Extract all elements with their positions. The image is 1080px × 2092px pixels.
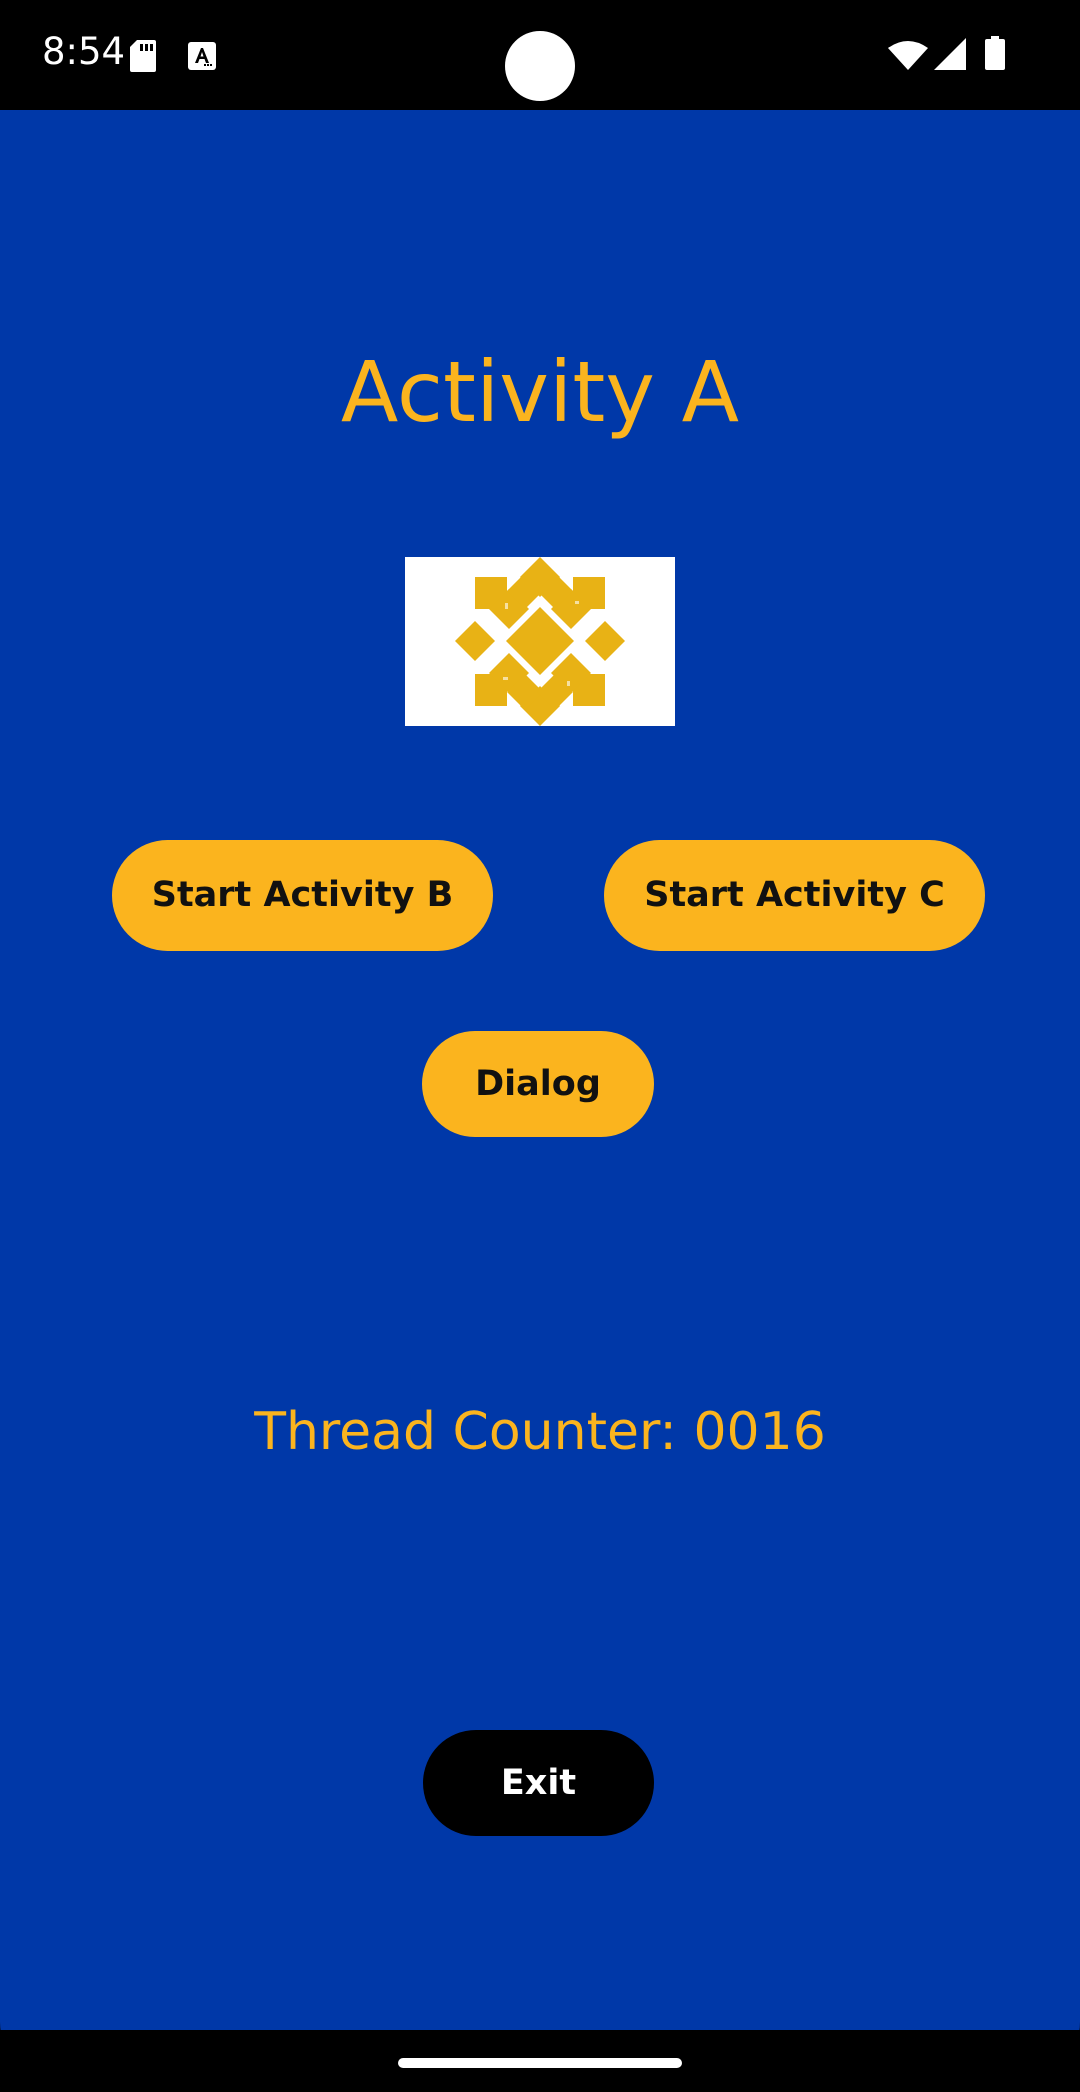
start-activity-c-button[interactable]: Start Activity C [604, 840, 985, 951]
battery-icon [985, 36, 1005, 70]
diamond-tile-logo-icon [455, 557, 625, 726]
phone-screen: 8:54 Activity A Start Activity B Start A… [0, 0, 1080, 2092]
start-activity-b-button[interactable]: Start Activity B [112, 840, 493, 951]
exit-button[interactable]: Exit [423, 1730, 654, 1836]
page-title: Activity A [340, 343, 740, 441]
home-gesture-handle[interactable] [398, 2058, 682, 2068]
activity-a-screen: Activity A Start Activity B Start Activi… [0, 110, 1080, 2030]
signal-icon [934, 38, 966, 70]
text-a-icon [188, 42, 216, 70]
logo-image [405, 557, 675, 726]
camera-cutout [505, 31, 575, 101]
status-bar: 8:54 [0, 0, 1080, 110]
sd-card-icon [130, 40, 156, 72]
navigation-bar [0, 2030, 1080, 2092]
dialog-button[interactable]: Dialog [422, 1031, 654, 1137]
status-time: 8:54 [42, 30, 126, 73]
thread-counter-label: Thread Counter: 0016 [254, 1402, 826, 1462]
wifi-icon [888, 40, 928, 70]
